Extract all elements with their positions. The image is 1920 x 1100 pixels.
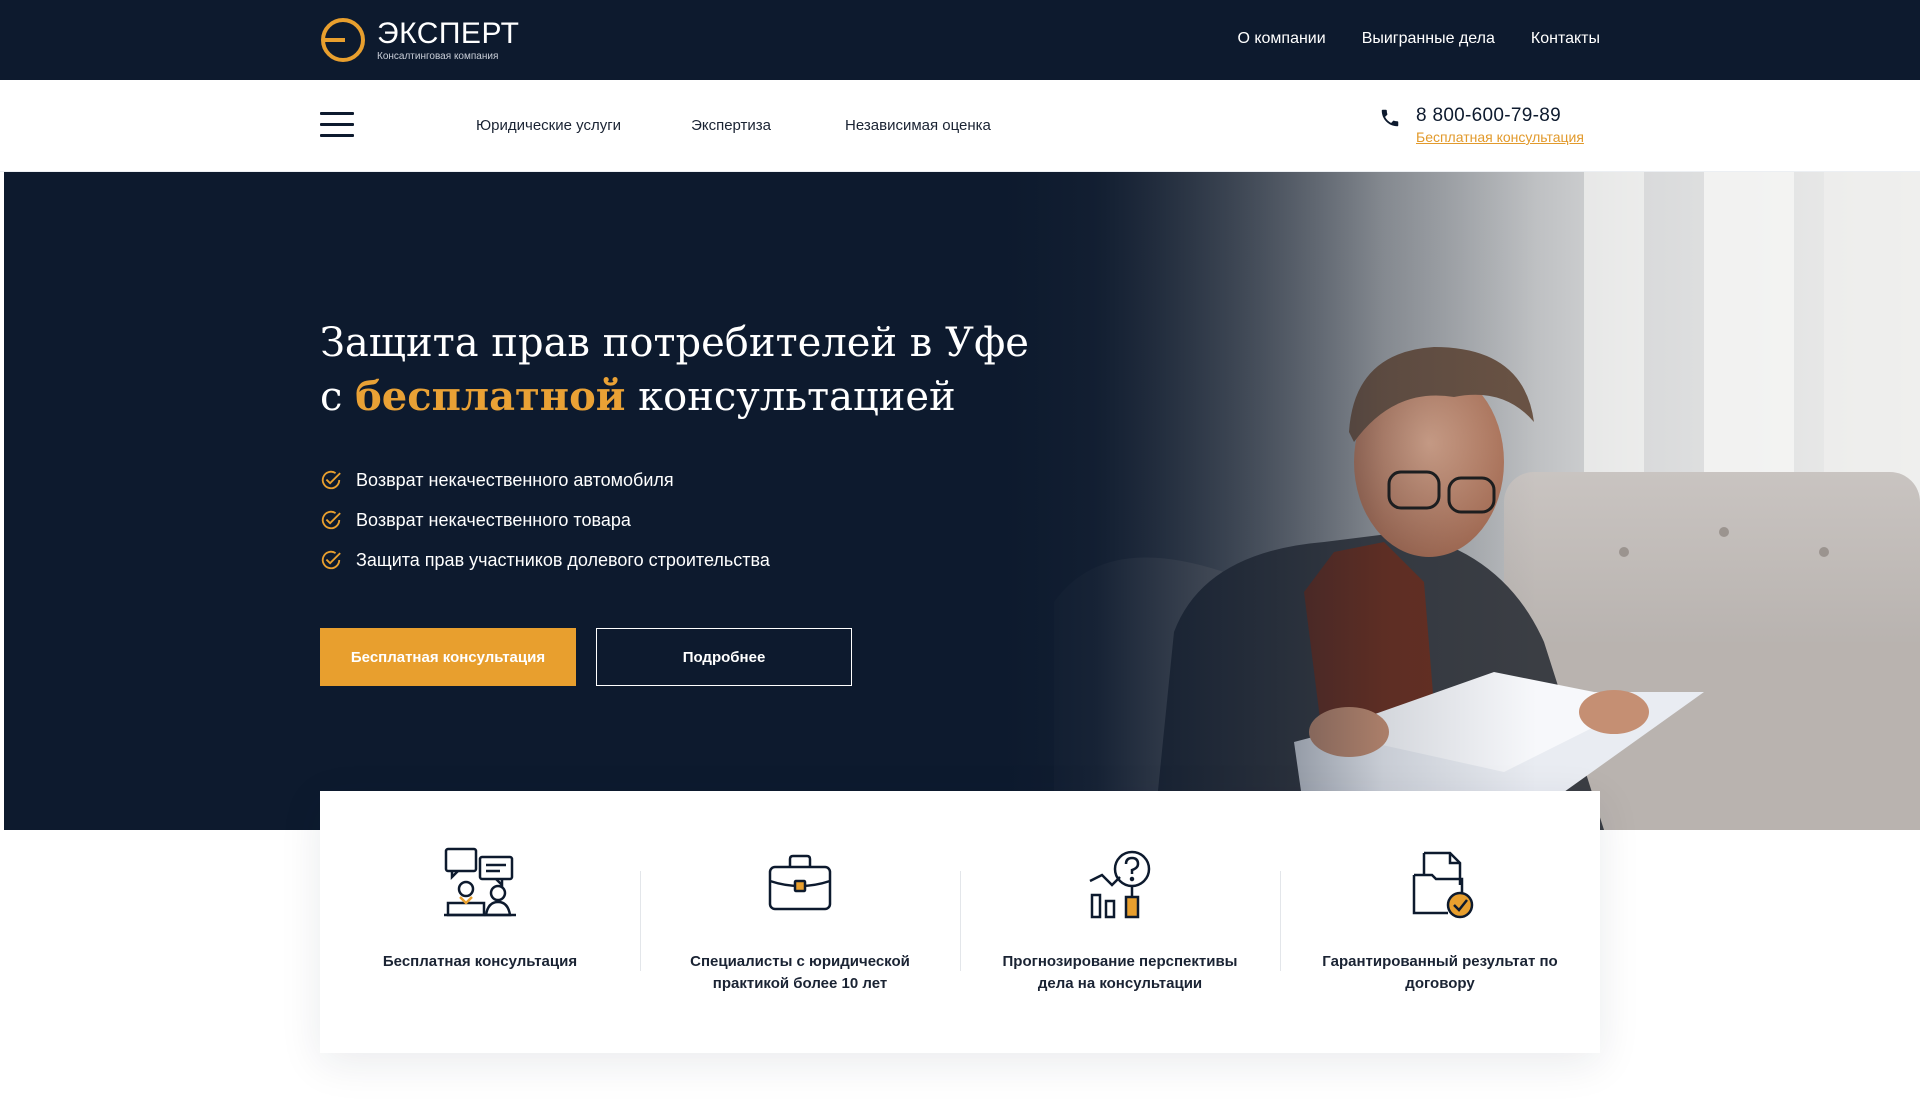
- hero-title-prefix: с: [320, 374, 356, 420]
- hero-section: Защита прав потребителей в Уфе с бесплат…: [4, 172, 1920, 830]
- brand-logo[interactable]: ЭКСПЕРТ Консалтинговая компания: [319, 16, 519, 64]
- hero-benefit-item: Защита прав участников долевого строител…: [320, 540, 770, 580]
- briefcase-icon: [768, 854, 832, 911]
- feature-text: Гарантированный результат по договору: [1322, 953, 1558, 992]
- logo-circle-e-icon: [321, 18, 365, 62]
- feature-text: Прогнозирование перспективы дела на конс…: [1002, 953, 1238, 992]
- free-consultation-link[interactable]: Бесплатная консультация: [1416, 129, 1584, 145]
- feature-item: Гарантированный результат по договору: [1280, 791, 1600, 1053]
- hero-benefits-list: Возврат некачественного автомобиля Возвр…: [320, 460, 770, 580]
- free-consultation-button[interactable]: Бесплатная консультация: [320, 628, 576, 686]
- hero-title-accent: бесплатной: [355, 373, 626, 420]
- nav-independent-appraisal[interactable]: Независимая оценка: [845, 117, 991, 134]
- top-bar: ЭКСПЕРТ Консалтинговая компания О компан…: [0, 0, 1920, 80]
- nav-legal-services[interactable]: Юридические услуги: [476, 117, 621, 134]
- hero-overlay: [4, 172, 1920, 830]
- phone-number[interactable]: 8 800-600-79-89: [1416, 105, 1561, 127]
- feature-item: Прогнозирование перспективы дела на конс…: [960, 791, 1280, 1053]
- hero-benefit-item: Возврат некачественного автомобиля: [320, 460, 770, 500]
- feature-text: Бесплатная консультация: [382, 953, 578, 970]
- check-circle-icon: [321, 510, 341, 530]
- check-circle-icon: [321, 550, 341, 570]
- top-nav-contacts[interactable]: Контакты: [1531, 30, 1600, 48]
- hero-title-suffix: консультацией: [625, 374, 956, 420]
- hero-benefit-text: Возврат некачественного товара: [356, 509, 631, 530]
- analytics-question-icon: [1089, 850, 1151, 919]
- hamburger-menu-icon[interactable]: [320, 112, 354, 138]
- top-nav-won-cases[interactable]: Выигранные дела: [1362, 30, 1495, 48]
- top-nav-about[interactable]: О компании: [1237, 30, 1325, 48]
- brand-name: ЭКСПЕРТ: [377, 16, 520, 50]
- hero-title-line1: Защита прав потребителей в Уфе: [320, 320, 1029, 366]
- brand-tagline: Консалтинговая компания: [377, 50, 499, 62]
- document-check-icon: [1412, 851, 1474, 919]
- learn-more-button[interactable]: Подробнее: [596, 628, 852, 686]
- feature-item: Специалисты с юридической практикой боле…: [640, 791, 960, 1053]
- hero-benefit-text: Возврат некачественного автомобиля: [356, 469, 674, 490]
- feature-text: Специалисты с юридической практикой боле…: [690, 953, 910, 992]
- main-nav: Юридические услуги Экспертиза Независима…: [476, 117, 991, 134]
- main-navbar: Юридические услуги Экспертиза Независима…: [0, 80, 1920, 172]
- top-nav: О компании Выигранные дела Контакты: [1237, 30, 1600, 48]
- hero-benefit-text: Защита прав участников долевого строител…: [356, 549, 770, 570]
- features-card: Бесплатная консультация Специалисты с юр…: [320, 791, 1600, 1053]
- consultation-chat-icon: [444, 847, 516, 917]
- check-circle-icon: [321, 470, 341, 490]
- hero-title: Защита прав потребителей в Уфе с бесплат…: [320, 317, 1080, 424]
- feature-item: Бесплатная консультация: [320, 791, 640, 1053]
- nav-expertise[interactable]: Экспертиза: [691, 117, 771, 134]
- phone-icon: [1381, 109, 1399, 127]
- hero-benefit-item: Возврат некачественного товара: [320, 500, 770, 540]
